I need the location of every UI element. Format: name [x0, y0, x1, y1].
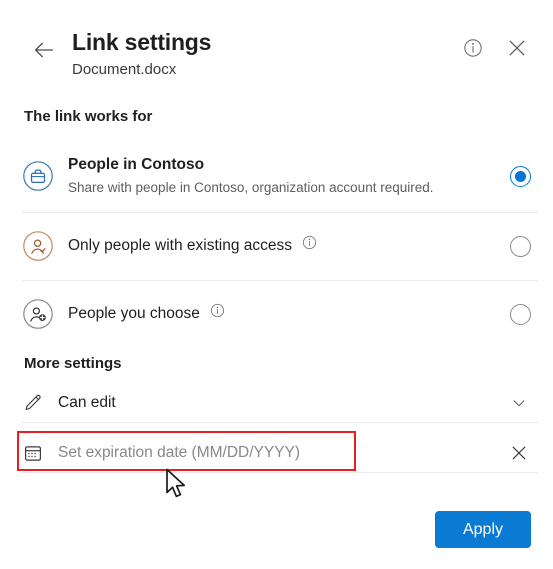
link-settings-panel: Link settings Document.docx The link wor…	[0, 0, 553, 569]
person-check-icon	[22, 230, 54, 262]
link-audience-option-list: People in Contoso Share with people in C…	[0, 140, 553, 348]
section-heading-link-works-for: The link works for	[24, 108, 153, 125]
briefcase-icon	[22, 160, 54, 192]
close-icon	[509, 40, 525, 56]
apply-button[interactable]: Apply	[435, 511, 531, 548]
radio-people-in-contoso[interactable]	[510, 165, 531, 187]
option-info-icon[interactable]	[302, 235, 317, 255]
info-button[interactable]	[459, 34, 487, 62]
setting-row-permission[interactable]: Can edit	[0, 383, 553, 423]
calendar-icon	[22, 442, 44, 464]
close-button[interactable]	[503, 34, 531, 62]
close-icon	[512, 446, 526, 460]
document-name: Document.docx	[72, 61, 177, 78]
setting-row-expiration-date[interactable]: Set expiration date (MM/DD/YYYY)	[0, 433, 553, 473]
option-text-block: Only people with existing access	[68, 235, 500, 256]
mouse-cursor	[165, 468, 191, 507]
option-row-people-you-choose[interactable]: People you choose	[0, 280, 553, 348]
pencil-icon	[22, 392, 44, 414]
header-actions	[459, 34, 531, 62]
arrow-pointer-icon	[166, 468, 186, 498]
option-description: Share with people in Contoso, organizati…	[68, 180, 434, 195]
option-row-only-existing-access[interactable]: Only people with existing access	[0, 212, 553, 280]
chevron-down-icon	[513, 400, 525, 407]
option-text-block: People you choose	[68, 303, 500, 324]
person-add-icon	[22, 298, 54, 330]
permission-label: Can edit	[58, 394, 116, 411]
panel-header: Link settings Document.docx	[0, 0, 553, 92]
option-text-block: People in Contoso Share with people in C…	[68, 155, 500, 197]
panel-footer: Apply	[435, 511, 531, 548]
option-info-icon[interactable]	[210, 303, 225, 323]
option-label: People in Contoso	[68, 156, 205, 173]
option-label: People you choose	[68, 305, 200, 322]
permission-dropdown-button[interactable]	[507, 391, 531, 415]
clear-expiration-date-button[interactable]	[507, 441, 531, 465]
arrow-left-icon	[34, 42, 54, 58]
more-settings-list: Can edit Set expiration date (MM/DD/YYYY…	[0, 383, 553, 473]
option-row-people-in-contoso[interactable]: People in Contoso Share with people in C…	[0, 140, 553, 212]
info-icon	[464, 39, 482, 57]
option-label: Only people with existing access	[68, 237, 293, 254]
radio-people-you-choose[interactable]	[510, 303, 531, 325]
radio-only-existing-access[interactable]	[510, 235, 531, 257]
expiration-date-label[interactable]: Set expiration date (MM/DD/YYYY)	[58, 444, 507, 462]
back-button[interactable]	[28, 34, 60, 66]
title-block: Link settings Document.docx	[72, 28, 211, 81]
page-title: Link settings	[72, 29, 212, 55]
section-heading-more-settings: More settings	[24, 355, 122, 372]
